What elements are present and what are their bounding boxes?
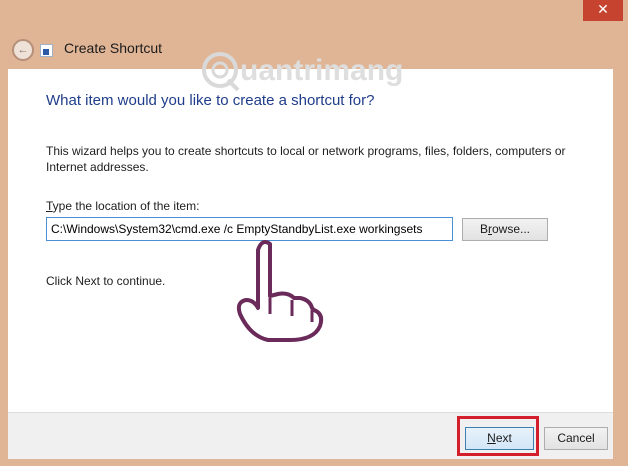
- close-icon: ✕: [597, 2, 609, 18]
- wizard-description: This wizard helps you to create shortcut…: [46, 144, 566, 174]
- location-label: Type the location of the item:: [46, 199, 199, 213]
- location-label-accel: T: [46, 199, 53, 213]
- cancel-button[interactable]: Cancel: [544, 427, 608, 450]
- create-shortcut-window: ✕ ← Create Shortcut uantrimang What item…: [0, 0, 628, 466]
- browse-label-before: B: [479, 222, 488, 236]
- next-label-accel: N: [487, 431, 496, 445]
- next-label-rest: ext: [495, 431, 512, 445]
- next-button[interactable]: Next: [465, 427, 534, 450]
- wizard-heading: What item would you like to create a sho…: [46, 92, 375, 109]
- window-title: Create Shortcut: [64, 40, 163, 56]
- continue-instruction: Click Next to continue.: [46, 274, 166, 288]
- close-button[interactable]: ✕: [583, 0, 623, 21]
- shortcut-icon: [40, 44, 53, 57]
- location-label-text: ype the location of the item:: [52, 199, 200, 213]
- browse-button[interactable]: Browse...: [462, 218, 548, 241]
- browse-label-after: owse...: [492, 222, 531, 236]
- back-button[interactable]: ←: [12, 39, 34, 61]
- back-arrow-icon: ←: [17, 44, 29, 56]
- pointing-hand-icon: [236, 240, 324, 342]
